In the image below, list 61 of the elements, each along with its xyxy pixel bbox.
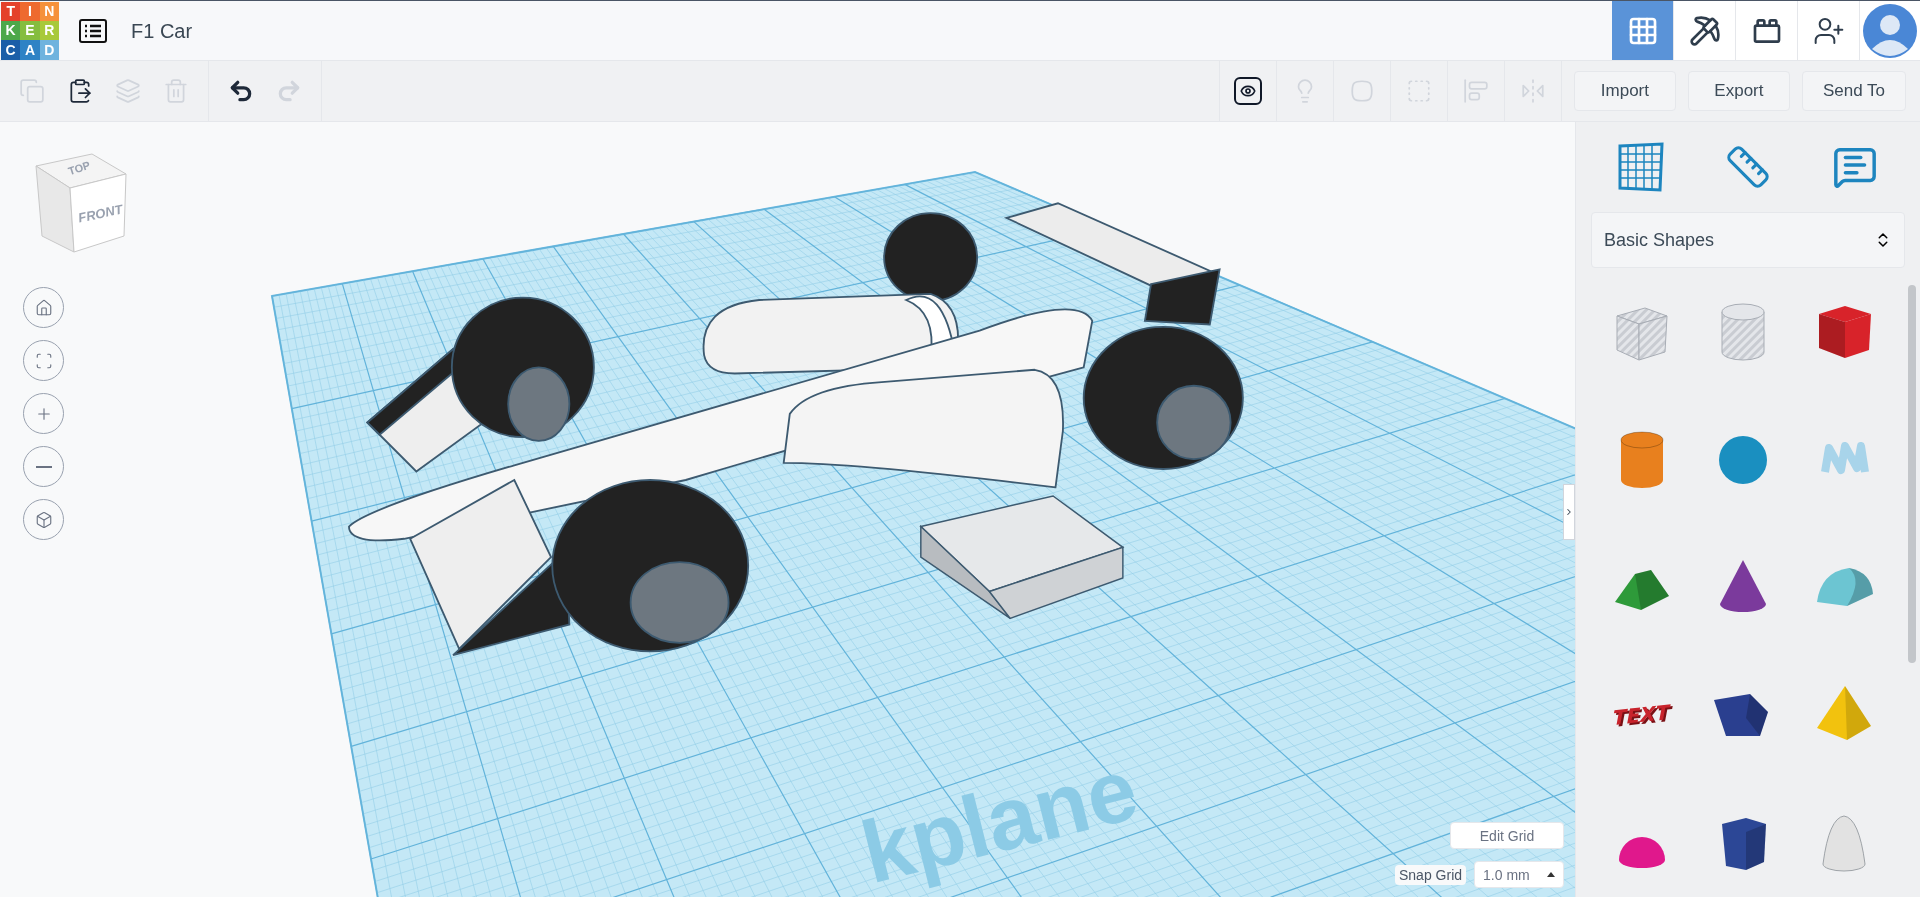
pyramid-shape[interactable] [1817, 686, 1872, 740]
scrollbar[interactable] [1908, 285, 1916, 663]
logo-letter: C [1, 40, 21, 60]
zoom-out-button[interactable] [23, 446, 64, 487]
ruler-icon [1725, 144, 1771, 190]
prism-shape[interactable] [1714, 694, 1768, 736]
undo-icon [228, 78, 254, 104]
user-avatar[interactable] [1860, 1, 1920, 60]
invite-user-button[interactable] [1798, 1, 1860, 60]
redo-icon [276, 78, 302, 104]
cube-top-label: TOP [66, 157, 93, 180]
fit-view-button[interactable] [23, 340, 64, 381]
grid-plane-icon [1616, 142, 1667, 192]
align-icon [1462, 78, 1489, 104]
hexagonal-prism-shape[interactable] [1722, 818, 1766, 870]
logo-letter: A [20, 40, 40, 60]
logo-letter: N [39, 1, 59, 21]
caret-up-icon [1547, 872, 1556, 877]
workplane-label: kplane [853, 744, 1146, 897]
cylinder-shape[interactable] [1620, 431, 1664, 488]
pickaxe-icon [1688, 14, 1721, 47]
fit-view-icon [34, 351, 53, 370]
cube-icon [34, 510, 53, 529]
zoom-in-button[interactable] [23, 393, 64, 434]
shape-category-select[interactable]: Basic Shapes [1591, 212, 1905, 268]
striped-cube-shape[interactable] [1616, 307, 1668, 361]
header-action-button[interactable]: Send To [1801, 71, 1906, 111]
duplicate-icon [115, 78, 141, 104]
paraboloid-shape[interactable] [1822, 815, 1866, 872]
logo-letter: T [1, 1, 21, 21]
paste-icon [67, 78, 93, 104]
home-icon [34, 298, 53, 317]
list-icon [79, 18, 107, 43]
copy-icon [19, 78, 45, 104]
race-car-drawing[interactable] [348, 202, 1244, 657]
cube-front-label: FRONT [76, 200, 125, 228]
cube-shape[interactable] [1819, 306, 1872, 358]
design-title[interactable]: F1 Car [131, 16, 193, 45]
logo[interactable]: T I N K E R C A D [1, 1, 59, 60]
edit-grid-button[interactable]: Edit Grid [1450, 822, 1564, 849]
snap-grid-select[interactable]: 1.0 mm [1474, 861, 1565, 888]
sphere-shape[interactable] [1719, 436, 1767, 484]
eye-speech-bubble-icon [1233, 77, 1262, 105]
roof-shape[interactable] [1614, 570, 1669, 610]
view-brick-button[interactable] [1736, 1, 1798, 60]
perspective-button[interactable] [23, 499, 64, 540]
striped-cylinder-shape[interactable] [1721, 303, 1765, 361]
header-action-button[interactable]: Export [1687, 71, 1790, 111]
home-view-button[interactable] [23, 287, 64, 328]
snap-grid-label: Snap Grid [1395, 864, 1467, 885]
cone-shape[interactable] [1720, 560, 1766, 612]
trash-icon [163, 78, 189, 104]
mirror-icon [1519, 78, 1546, 104]
header-action-button[interactable]: Import [1573, 71, 1676, 111]
rounded-roof-shape[interactable] [1817, 568, 1874, 606]
view-pickaxe-button[interactable] [1674, 1, 1736, 60]
box-shape[interactable] [919, 495, 1125, 620]
text-shape[interactable]: TEXT [1613, 698, 1670, 732]
dashed-square-icon [1405, 78, 1432, 104]
logo-letter: I [20, 1, 40, 21]
minus-icon [35, 465, 52, 468]
